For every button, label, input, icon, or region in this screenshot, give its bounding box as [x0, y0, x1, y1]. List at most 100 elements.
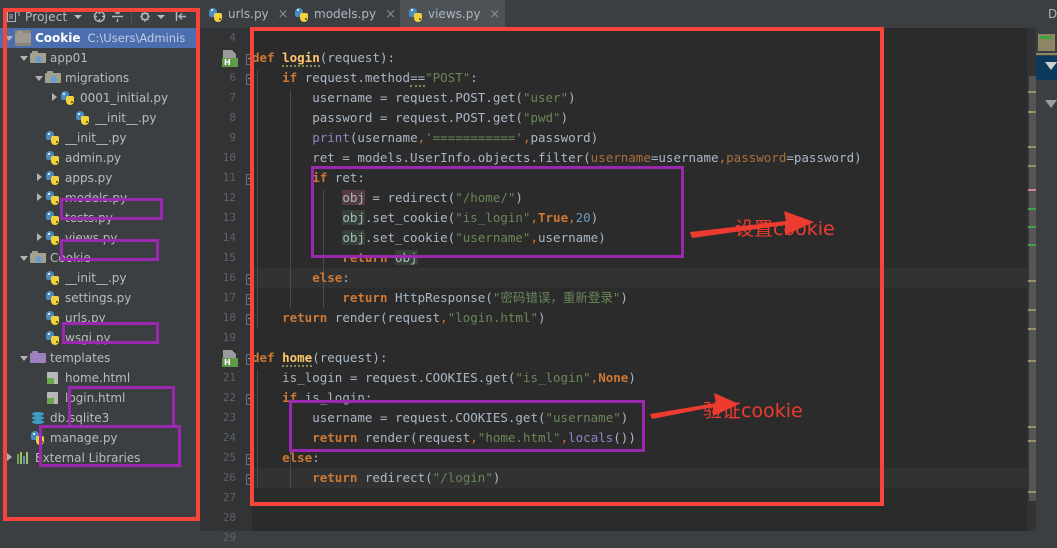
chevron-right-icon[interactable]	[4, 448, 15, 468]
chevron-down-icon[interactable]	[1045, 100, 1057, 108]
tree-item-init-py[interactable]: __init__.py	[0, 108, 200, 128]
run-gutter-marker-login[interactable]: H	[222, 50, 240, 67]
tree-item-migrations[interactable]: migrations	[0, 68, 200, 88]
tree-item-label: app01	[50, 51, 88, 65]
tree-item-label: home.html	[65, 371, 131, 385]
line-number: 8	[229, 111, 236, 124]
chevron-down-icon[interactable]	[34, 68, 45, 88]
editor-area: urls.py × models.py × views.py × 4 6 7 8…	[200, 0, 1057, 544]
line-number: 27	[222, 491, 236, 504]
code-line-6: if request.method=="POST":	[282, 70, 478, 87]
tree-item-views-py[interactable]: views.py	[0, 228, 200, 248]
close-icon[interactable]: ×	[385, 8, 396, 21]
line-number: 28	[222, 511, 236, 524]
tree-item-home-html[interactable]: home.html	[0, 368, 200, 388]
tree-item-admin-py[interactable]: admin.py	[0, 148, 200, 168]
tree-item-wsgi-py[interactable]: wsgi.py	[0, 328, 200, 348]
chevron-down-icon[interactable]	[74, 14, 83, 19]
annotation-label-set-cookie: 设置cookie	[735, 218, 835, 240]
tree-item-external-libraries[interactable]: External Libraries	[0, 448, 200, 468]
tree-item-label: models.py	[65, 191, 128, 205]
tree-item-urls-py[interactable]: urls.py	[0, 308, 200, 328]
tab-models-py[interactable]: models.py ×	[286, 0, 400, 28]
run-marker-label: H	[222, 58, 238, 67]
tree-item-label: settings.py	[65, 291, 132, 305]
tab-views-py[interactable]: views.py ×	[400, 0, 505, 28]
nav-green-marker	[1040, 36, 1052, 39]
chevron-right-icon[interactable]	[49, 88, 60, 108]
tab-label: models.py	[314, 7, 377, 21]
tree-item-models-py[interactable]: models.py	[0, 188, 200, 208]
line-number: 29	[222, 531, 236, 544]
gear-chevron-icon[interactable]	[157, 14, 166, 19]
tree-item-init-py[interactable]: __init__.py	[0, 128, 200, 148]
chevron-right-icon[interactable]	[34, 168, 45, 188]
tree-root-label: Cookie	[35, 31, 81, 45]
code-line-8: password = request.POST.get("pwd")	[252, 110, 569, 125]
tree-item-label: templates	[50, 351, 111, 365]
line-number: 16	[222, 271, 236, 284]
module-folder-icon	[30, 250, 46, 266]
python-file-icon	[45, 230, 61, 246]
tree-item-templates[interactable]: templates	[0, 348, 200, 368]
tree-item-app01[interactable]: app01	[0, 48, 200, 68]
chevron-down-icon[interactable]	[19, 248, 30, 268]
tree-item-0001-initial-py[interactable]: 0001_initial.py	[0, 88, 200, 108]
python-file-icon	[60, 90, 76, 106]
code-line-15: return obj	[342, 250, 418, 265]
chevron-right-icon[interactable]	[34, 228, 45, 248]
tree-item-manage-py[interactable]: manage.py	[0, 428, 200, 448]
close-icon[interactable]: ×	[489, 8, 500, 21]
code-line-17: return HttpResponse("密码错误，重新登录")	[342, 290, 628, 305]
editor-tab-bar[interactable]: urls.py × models.py × views.py ×	[200, 0, 1057, 28]
module-folder-icon	[45, 70, 61, 86]
tree-item-label: db.sqlite3	[50, 411, 110, 425]
tab-urls-py[interactable]: urls.py ×	[200, 0, 289, 28]
chevron-down-icon[interactable]	[19, 348, 30, 368]
chevron-down-icon[interactable]	[4, 28, 15, 48]
line-number: 26	[222, 471, 236, 484]
line-number: 14	[222, 231, 236, 244]
code-line-7: username = request.POST.get("user")	[252, 90, 576, 105]
tree-item-label: __init__.py	[95, 111, 157, 125]
tree-item-init-py[interactable]: __init__.py	[0, 268, 200, 288]
database-icon	[30, 410, 46, 426]
database-tool-tab[interactable]: D	[1045, 0, 1057, 28]
code-content[interactable]: def login(request): if request.method=="…	[252, 28, 1027, 531]
tree-item-list: app01 migrations 0001_initial.py __init__.p…	[0, 48, 200, 468]
tree-item-apps-py[interactable]: apps.py	[0, 168, 200, 188]
tree-item-login-html[interactable]: login.html	[0, 388, 200, 408]
tree-item-tests-py[interactable]: tests.py	[0, 208, 200, 228]
hide-panel-icon[interactable]	[175, 10, 188, 23]
python-file-icon	[294, 7, 309, 22]
tree-root-cookie[interactable]: Cookie C:\Users\Adminis	[0, 28, 200, 48]
gear-icon[interactable]	[139, 10, 152, 23]
tree-item-cookie[interactable]: Cookie	[0, 248, 200, 268]
chevron-down-icon[interactable]	[1045, 62, 1057, 70]
project-view-icon[interactable]: B	[7, 10, 20, 23]
tree-item-label: External Libraries	[35, 451, 141, 465]
tree-item-label: tests.py	[65, 211, 113, 225]
chevron-right-icon[interactable]	[34, 188, 45, 208]
tree-item-label: __init__.py	[65, 131, 127, 145]
expand-icon[interactable]	[111, 10, 124, 23]
tree-item-label: Cookie	[50, 251, 91, 265]
collapse-all-icon[interactable]	[93, 10, 106, 23]
run-marker-label: H	[222, 358, 238, 367]
project-tree[interactable]: Cookie C:\Users\Adminis app01 migrations 0…	[0, 28, 200, 531]
tree-item-db-sqlite3[interactable]: db.sqlite3	[0, 408, 200, 428]
tree-item-settings-py[interactable]: settings.py	[0, 288, 200, 308]
project-tool-header: B Project	[0, 6, 200, 27]
code-line-16: else:	[312, 270, 350, 285]
tree-root-path: C:\Users\Adminis	[87, 31, 186, 45]
editor-gutter[interactable]: 4567891011121314151617181920212223242526…	[200, 28, 257, 544]
line-number: 18	[222, 311, 236, 324]
code-line-9: print(username,'===========',password)	[312, 130, 599, 145]
chevron-down-icon[interactable]	[19, 48, 30, 68]
line-number: 10	[222, 151, 236, 164]
pycharm-window: B Project Cookie C:\Users\Adminis app01 …	[0, 0, 1057, 544]
run-gutter-marker-home[interactable]: H	[222, 350, 240, 367]
libraries-icon	[15, 450, 31, 466]
